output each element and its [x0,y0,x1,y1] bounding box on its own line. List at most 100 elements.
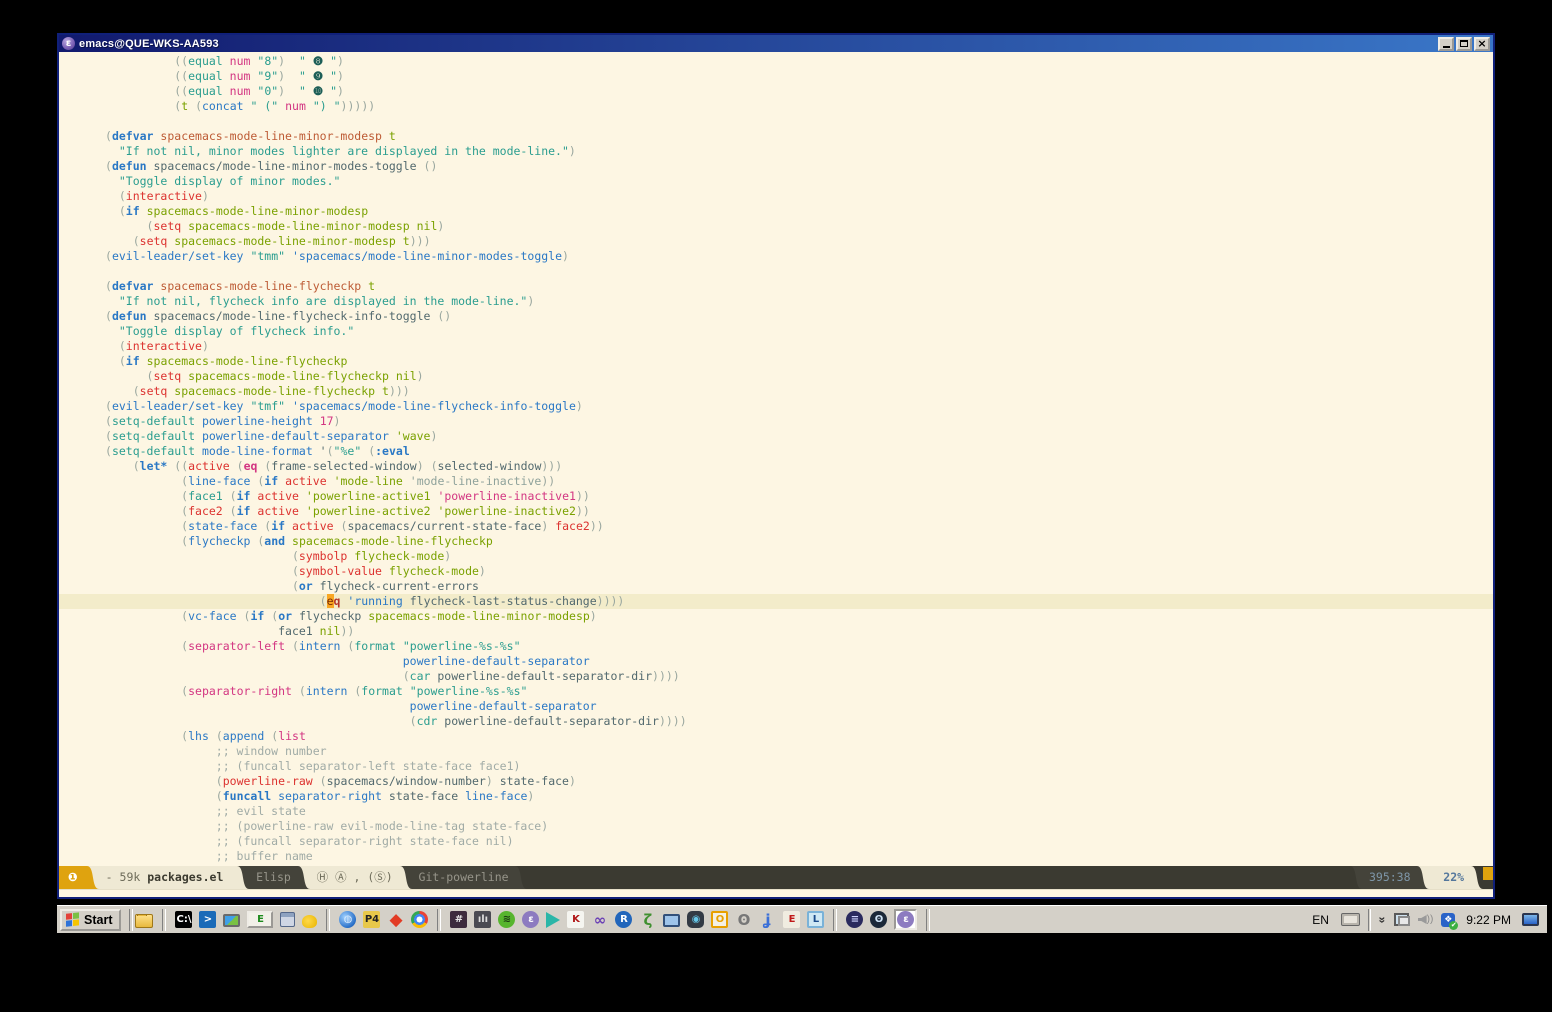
code-line[interactable]: (defun spacemacs/mode-line-minor-modes-t… [105,159,1493,174]
code-line[interactable]: (cdr powerline-default-separator-dir)))) [105,714,1493,729]
code-line[interactable]: (setq spacemacs-mode-line-minor-modesp n… [105,219,1493,234]
dropbox-icon[interactable]: ❖✔ [1441,913,1455,927]
duck-icon[interactable] [302,915,317,928]
code-line[interactable]: (state-face (if active (spacemacs/curren… [105,519,1493,534]
major-mode-segment[interactable]: Elisp [249,866,297,889]
gecko-icon[interactable]: ζ [639,911,656,928]
code-line[interactable]: (face1 (if active 'powerline-active1 'po… [105,489,1493,504]
code-line[interactable]: (if spacemacs-mode-line-minor-modesp [105,204,1493,219]
emacs-icon[interactable]: ε [522,911,539,928]
cmd-icon[interactable]: C:\ [175,911,192,928]
code-line[interactable]: (interactive) [105,189,1493,204]
code-line[interactable]: ;; window number [105,744,1493,759]
code-line[interactable]: (symbolp flycheck-mode) [105,549,1493,564]
helix-diamond-icon[interactable]: ◆ [387,911,404,928]
powershell-icon[interactable]: > [199,911,216,928]
minor-modes-segment[interactable]: Ⓗ Ⓐ , (Ⓢ) [310,866,400,889]
code-line[interactable]: (setq spacemacs-mode-line-minor-modesp t… [105,234,1493,249]
code-line[interactable]: (separator-right (intern (format "powerl… [105,684,1493,699]
eye-viewer-icon[interactable]: ◉ [687,911,704,928]
code-line[interactable] [105,264,1493,279]
speaker-icon[interactable]: )) [1418,914,1434,925]
chrome-icon[interactable] [411,911,428,928]
installer-disk-icon[interactable] [280,912,295,927]
code-line[interactable]: powerline-default-separator [105,699,1493,714]
code-line[interactable]: (separator-left (intern (format "powerli… [105,639,1493,654]
language-indicator[interactable]: EN [1308,911,1333,929]
code-line[interactable] [105,114,1493,129]
code-line[interactable]: (funcall separator-right state-face line… [105,789,1493,804]
code-line[interactable]: (lhs (append (list [105,729,1493,744]
audio-app-icon[interactable]: ılı [474,911,491,928]
slack-icon[interactable]: # [450,911,467,928]
code-line[interactable]: ;; buffer name [105,849,1493,864]
code-line[interactable]: (if spacemacs-mode-line-flycheckp [105,354,1493,369]
code-line[interactable]: ((equal num "9") " ❾ ") [105,69,1493,84]
play-store-icon[interactable] [546,912,560,928]
code-line-current[interactable]: (eq 'running flycheck-last-status-change… [59,594,1493,609]
start-button[interactable]: Start [60,909,121,931]
code-line[interactable]: ;; (funcall separator-left state-face fa… [105,759,1493,774]
display-settings-icon[interactable] [223,914,240,927]
code-line[interactable]: "Toggle display of flycheck info." [105,324,1493,339]
emacs-active-icon-button[interactable]: ε [894,909,917,930]
code-line[interactable]: (defvar spacemacs-mode-line-minor-modesp… [105,129,1493,144]
outlook-icon[interactable]: O [711,911,728,928]
remote-desktop-icon[interactable] [663,914,680,927]
infinity-icon[interactable]: ∞ [591,911,608,928]
code-line[interactable]: (car powerline-default-separator-dir)))) [105,669,1493,684]
steam-icon[interactable]: ʘ [870,911,887,928]
code-line[interactable]: face1 nil)) [105,624,1493,639]
keyboard-icon[interactable] [1341,913,1360,926]
window-number-segment[interactable]: ❶ [59,866,87,889]
code-line[interactable]: ;; evil state [105,804,1493,819]
code-line[interactable]: (flycheckp (and spacemacs-mode-line-flyc… [105,534,1493,549]
line-column-segment[interactable]: 395:38 [1362,866,1417,889]
p4-icon[interactable]: P4 [363,911,380,928]
restore-button[interactable] [1456,37,1472,51]
titlebar[interactable]: ε emacs@QUE-WKS-AA593 × [59,35,1493,52]
show-desktop-icon[interactable] [1522,913,1539,926]
code-line[interactable]: (setq-default mode-line-format '("%e" (:… [105,444,1493,459]
code-line[interactable]: (interactive) [105,339,1493,354]
buffer-info-segment[interactable]: - 59k packages.el [99,866,238,889]
code-line[interactable]: (setq spacemacs-mode-line-flycheckp t))) [105,384,1493,399]
emacs-active-icon[interactable]: ε [897,911,914,928]
code-line[interactable]: (or flycheck-current-errors [105,579,1493,594]
code-line[interactable]: (t (concat " (" num ") "))))) [105,99,1493,114]
echo-area[interactable] [59,889,1493,897]
spotify-icon[interactable]: ≋ [498,911,515,928]
close-button[interactable]: × [1474,37,1490,51]
globe-icon[interactable]: ◍ [339,911,356,928]
version-control-segment[interactable]: Git-powerline [412,866,516,889]
eclipse-icon[interactable]: ≡ [846,911,863,928]
code-line[interactable]: (setq spacemacs-mode-line-flycheckp nil) [105,369,1493,384]
clock[interactable]: 9:22 PM [1463,913,1514,927]
code-line[interactable]: (let* ((active (eq (frame-selected-windo… [105,459,1493,474]
code-line[interactable]: powerline-default-separator [105,654,1493,669]
minimize-button[interactable] [1438,37,1454,51]
code-line[interactable]: (setq-default powerline-height 17) [105,414,1493,429]
code-line[interactable]: ;; (powerline-raw evil-mode-line-tag sta… [105,819,1493,834]
network-icon[interactable] [1394,913,1410,926]
code-line[interactable]: (setq-default powerline-default-separato… [105,429,1493,444]
editor-e-icon[interactable]: E [247,911,273,928]
code-area[interactable]: ((equal num "8") " ❽ ") ((equal num "9")… [59,52,1493,866]
gimp-icon[interactable]: ʘ [735,911,752,928]
code-line[interactable]: (symbol-value flycheck-mode) [105,564,1493,579]
code-line[interactable]: (powerline-raw (spacemacs/window-number)… [105,774,1493,789]
code-line[interactable]: ((equal num "8") " ❽ ") [105,54,1493,69]
code-line[interactable]: (face2 (if active 'powerline-active2 'po… [105,504,1493,519]
code-line[interactable]: "If not nil, flycheck info are displayed… [105,294,1493,309]
folder-icon[interactable] [135,914,153,928]
code-line[interactable]: (defun spacemacs/mode-line-flycheck-info… [105,309,1493,324]
code-line[interactable]: ;; (funcall separator-right state-face n… [105,834,1493,849]
show-hidden-icons-chevron[interactable]: » [1375,916,1389,923]
r-icon[interactable]: R [615,911,632,928]
k-app-icon[interactable]: K [567,911,584,928]
code-line[interactable]: ((equal num "0") " ❿ ") [105,84,1493,99]
code-line[interactable]: (line-face (if active 'mode-line 'mode-l… [105,474,1493,489]
code-line[interactable]: (evil-leader/set-key "tmm" 'spacemacs/mo… [105,249,1493,264]
lightroom-icon[interactable]: L [807,911,824,928]
code-line[interactable]: "If not nil, minor modes lighter are dis… [105,144,1493,159]
